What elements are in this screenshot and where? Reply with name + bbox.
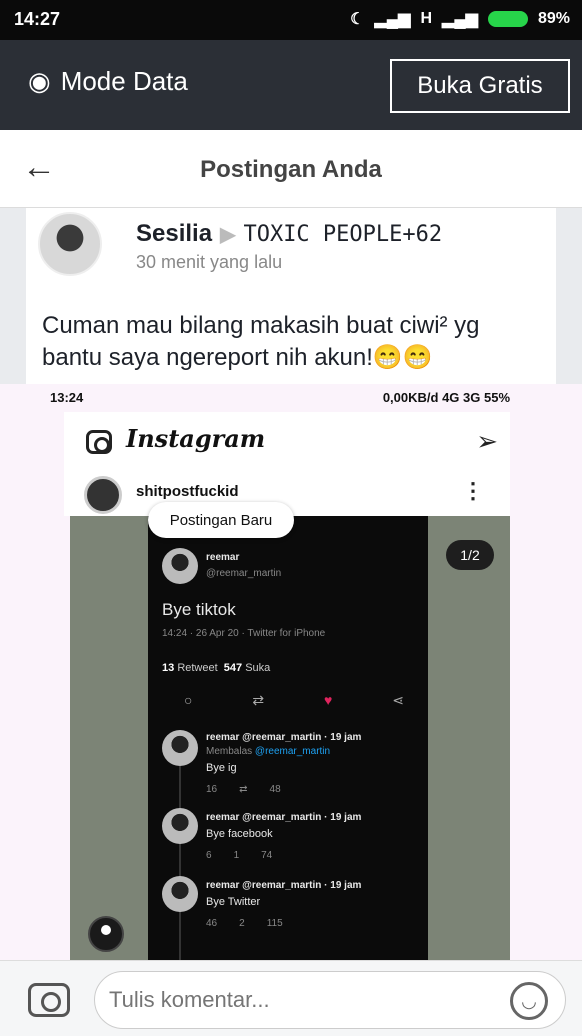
account-username: shitpostfuckid <box>136 483 239 500</box>
emoji-icon[interactable]: ◡ <box>510 982 548 1020</box>
reply-stat: 2 <box>239 918 245 929</box>
status-icons: ☾ ▂▄▆ H ▂▄▆ 89% <box>350 9 570 29</box>
reply-avatar <box>162 876 198 912</box>
reply-stat: 16 <box>206 784 218 795</box>
instagram-logo: Instagram <box>126 424 266 453</box>
camera-icon[interactable] <box>28 983 70 1017</box>
comment-input[interactable] <box>94 971 566 1029</box>
page-indicator: 1/2 <box>446 540 494 570</box>
reply-stat: 115 <box>266 918 283 929</box>
reply-stats: 46 2 115 <box>206 918 283 929</box>
reply-avatar <box>162 808 198 844</box>
tweet-handle: @reemar_martin <box>206 568 282 579</box>
camera-icon <box>86 430 112 454</box>
reply-stat: 6 <box>206 850 212 861</box>
screenshot-status-bar: 13:24 0,00KB/d 4G 3G 55% <box>50 390 510 405</box>
screenshot-status-right: 0,00KB/d 4G 3G 55% <box>382 390 510 405</box>
screenshot-status-time: 13:24 <box>50 390 84 405</box>
signal-icon: ▂▄▆ <box>374 11 411 28</box>
like-count: 547 <box>223 662 243 674</box>
author-name[interactable]: Sesilia <box>136 220 212 248</box>
instagram-header: Instagram ➢ <box>64 412 510 472</box>
signal-icon-2: ▂▄▆ <box>442 11 478 28</box>
reply-text: Bye Twitter <box>206 896 261 908</box>
reply-avatar <box>162 730 198 766</box>
battery-icon <box>487 11 528 27</box>
reply-stat: 46 <box>206 918 218 929</box>
reply-to-handle: @reemar_martin <box>254 746 331 757</box>
thread-line <box>179 766 181 966</box>
comment-icon: ○ <box>184 692 193 708</box>
tweet-avatar <box>162 548 198 584</box>
comment-composer: ◡ <box>0 960 582 1036</box>
reply-header: reemar @reemar_martin · 19 jam <box>206 732 362 743</box>
reply-stat: 74 <box>261 850 273 861</box>
data-mode-toggle[interactable]: ◉ Mode Data <box>28 66 188 97</box>
tweet-meta: 14:24 · 26 Apr 20 · Twitter for iPhone <box>162 628 326 639</box>
post-timestamp[interactable]: 30 menit yang lalu <box>136 252 282 273</box>
status-bar: 14:27 ☾ ▂▄▆ H ▂▄▆ 89% <box>0 0 582 40</box>
page-header: ← Postingan Anda <box>0 130 582 208</box>
more-vertical-icon: ⋮ <box>462 478 484 503</box>
post-card: Sesilia ▶ TOXIC PEOPLE+62 30 menit yang … <box>0 208 582 968</box>
page-title: Postingan Anda <box>200 156 382 183</box>
reply-to-line: Membalas @reemar_martin <box>206 746 330 757</box>
reply-to-label: Membalas <box>206 746 253 757</box>
tweet-panel: reemar @reemar_martin Bye tiktok 14:24 ·… <box>148 516 428 968</box>
battery-percent: 89% <box>537 10 570 27</box>
reply-header: reemar @reemar_martin · 19 jam <box>206 812 362 823</box>
reply-text: Bye ig <box>206 762 237 774</box>
group-name[interactable]: TOXIC PEOPLE+62 <box>243 222 442 247</box>
reply-text: Bye facebook <box>206 828 273 840</box>
data-mode-bar: ◉ Mode Data Buka Gratis <box>0 40 582 130</box>
retweet-label: Retweet <box>177 662 218 674</box>
post-text: Cuman mau bilang makasih buat ciwi² yg b… <box>42 312 480 371</box>
broadcast-icon: ◉ <box>28 66 51 96</box>
reply-stat: 1 <box>233 850 240 861</box>
retweet-icon: ⇄ <box>239 784 248 795</box>
reply-stat: 48 <box>269 784 281 795</box>
avatar[interactable] <box>38 212 102 276</box>
status-time: 14:27 <box>14 9 61 29</box>
new-post-pill: Postingan Baru <box>148 502 294 538</box>
triangle-right-icon: ▶ <box>220 223 236 246</box>
data-mode-label: Mode Data <box>60 66 188 96</box>
post-author-line: Sesilia ▶ TOXIC PEOPLE+62 <box>136 220 442 248</box>
retweet-count: 13 <box>162 662 175 674</box>
reply-stats: 6 1 74 <box>206 850 272 861</box>
heart-icon: ♥ <box>324 692 333 708</box>
tweet-text: Bye tiktok <box>162 600 236 619</box>
moon-icon: ☾ <box>350 11 365 28</box>
retweet-icon: ⇄ <box>252 692 265 708</box>
share-icon: ⋖ <box>392 692 404 708</box>
user-icon <box>88 916 124 952</box>
tweet-author: reemar <box>206 552 240 563</box>
reply-stats: 16 ⇄ 48 <box>206 784 281 795</box>
post-image[interactable]: 13:24 0,00KB/d 4G 3G 55% Instagram ➢ shi… <box>0 384 582 968</box>
tweet-actions: ○ ⇄ ♥ ⋖ <box>184 692 404 709</box>
tweet-stats: 13 Retweet 547 Suka <box>162 662 270 674</box>
reply-header: reemar @reemar_martin · 19 jam <box>206 880 362 891</box>
free-mode-button[interactable]: Buka Gratis <box>390 59 570 113</box>
send-icon: ➢ <box>476 426 498 456</box>
account-avatar <box>84 476 122 514</box>
tweet-screenshot: reemar @reemar_martin Bye tiktok 14:24 ·… <box>70 516 510 968</box>
like-label: Suka <box>245 662 271 674</box>
network-type: H <box>420 10 433 27</box>
